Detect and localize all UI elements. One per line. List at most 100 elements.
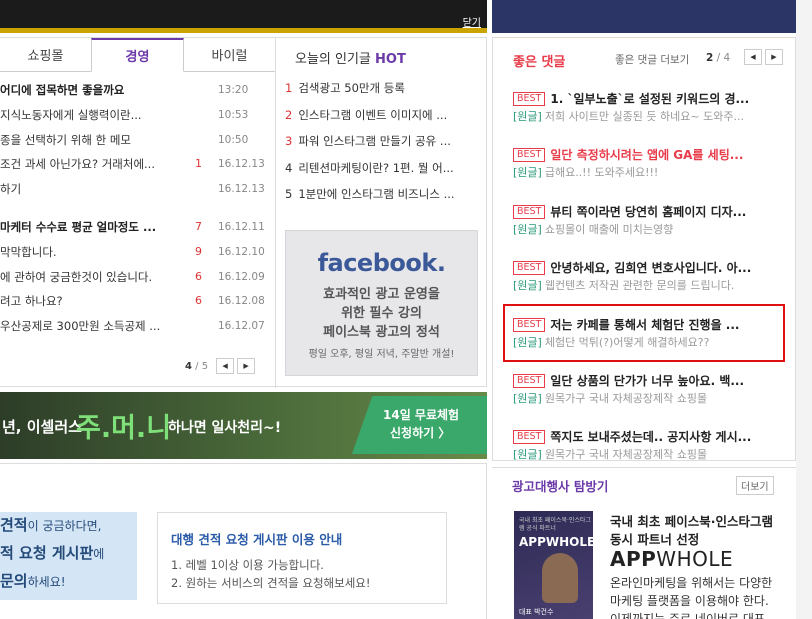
original-post-line: [원글] 원목가구 국내 자체공장제작 쇼핑몰 [513,390,783,410]
facebook-ad-banner[interactable]: facebook. 효과적인 광고 운영을 위한 필수 강의 페이스북 광고의 … [285,230,478,376]
list-item[interactable]: 막막합니다. 9 16.12.10 [0,240,275,265]
post-date: 16.12.08 [218,295,265,308]
post-title[interactable]: 마케터 수수료 평균 얼마정도 ... [0,215,185,240]
close-banner-button[interactable]: 닫기 [463,14,481,29]
original-post-title[interactable]: 저희 사이트만 실종된 듯 하네요~ 도와주... [545,110,744,123]
post-date: 16.12.13 [218,158,265,171]
thumb-text: 국내 최초 페이스북·인스타그램 공식 파트너 [519,517,591,532]
original-post-title[interactable]: 원목가구 국내 자체공장제작 쇼핑몰 [545,392,707,405]
hot-post-title[interactable]: 파워 인스타그램 만들기 공유 ... [298,134,451,148]
list-item[interactable]: BEST 뷰티 쪽이라면 당연히 홈페이지 디자... [원글] 쇼핑몰이 매출에 … [513,201,783,241]
quote-request-banner[interactable]: 견적이 궁금하다면, 적 요청 게시판에 문의하세요! [0,512,137,600]
prev-page-button[interactable]: ◀ [216,358,235,374]
agency-section: 광고대행사 탐방기 더보기 국내 최초 페이스북·인스타그램 공식 파트너 AP… [492,467,796,619]
page-scrollbar[interactable] [796,0,812,619]
original-post-line: [원글] 쇼핑몰이 매출에 미치는영향 [513,221,783,241]
reply-line: BEST 안녕하세요, 김희연 변호사입니다. 아... [513,257,783,277]
post-title[interactable]: 에 관하여 궁금한것이 있습니다. [0,265,185,290]
panel-divider [275,38,276,388]
post-title[interactable]: 종을 선택하기 위해 한 메모 [0,128,185,153]
list-item[interactable]: 5 1분만에 인스타그램 비즈니스 ... [285,186,480,213]
original-tag: [원글] [513,392,542,405]
original-post-line: [원글] 원목가구 국내 자체공장제작 쇼핑몰 [513,446,783,466]
list-item[interactable]: BEST 쪽지도 보내주셨는데.. 공지사항 게시... [원글] 원목가구 국내 … [513,426,783,466]
list-item[interactable]: 우산공제로 300만원 소득공제 ... 16.12.07 [0,314,275,339]
original-post-line: [원글] 급해요..!! 도와주세요!!! [513,164,783,184]
tab-management[interactable]: 경영 [91,38,184,72]
guide-item: 1. 레벨 1이상 이용 가능합니다. [171,558,324,572]
reply-title[interactable]: 1. `일부노출`로 설정된 키워드의 경... [550,90,749,107]
list-item[interactable]: 4 리텐션마케팅이란? 1편. 뭘 어... [285,160,480,187]
top-banner-right[interactable] [492,0,796,33]
best-badge: BEST [513,204,546,219]
list-item[interactable]: 지식노동자에게 실행력이란... 10:53 [0,103,275,128]
list-pager: 4 / 5 ◀ ▶ [185,358,256,374]
original-post-title[interactable]: 웹컨텐츠 저작권 관련한 문의를 드립니다. [545,279,735,292]
list-item[interactable]: BEST 안녕하세요, 김희연 변호사입니다. 아... [원글] 웹컨텐츠 저작권… [513,257,783,297]
appwhole-thumbnail[interactable]: 국내 최초 페이스북·인스타그램 공식 파트너 APPWHOLE 대표 박건수 [514,511,596,619]
more-replies-link[interactable]: 좋은 댓글 더보기 [615,52,689,67]
list-item[interactable]: BEST 일단 측정하시려는 앱에 GA를 세팅... [원글] 급해요..!! 도… [513,144,783,184]
quote-strong: 견적 [0,516,28,534]
list-item[interactable]: 1 검색광고 50만개 등록 [285,80,480,107]
list-item[interactable]: 2 인스타그램 이벤트 이미지에 ... [285,107,480,134]
reply-title[interactable]: 안녕하세요, 김희연 변호사입니다. 아... [550,259,751,276]
post-title[interactable]: 려고 하나요? [0,289,185,314]
reply-title[interactable]: 뷰티 쪽이라면 당연히 홈페이지 디자... [550,203,746,220]
reply-title[interactable]: 일단 측정하시려는 앱에 GA를 세팅... [550,146,743,163]
post-date: 16.12.11 [218,220,265,233]
reply-title[interactable]: 쪽지도 보내주셨는데.. 공지사항 게시... [550,428,751,445]
rank-number: 3 [285,134,293,148]
list-item[interactable]: BEST 일단 상품의 단가가 너무 높아요. 백... [원글] 원목가구 국내 … [513,370,783,410]
tab-shoppingmall[interactable]: 쇼핑몰 [0,38,91,71]
post-list: 어디에 접목하면 좋을까요 13:20 지식노동자에게 실행력이란... 10:53… [0,78,275,339]
original-post-title[interactable]: 쇼핑몰이 매출에 미치는영향 [545,223,673,236]
post-title[interactable]: 지식노동자에게 실행력이란... [0,103,185,128]
banner-brand: 주.머.니 [76,413,172,444]
reply-line: BEST 뷰티 쪽이라면 당연히 홈페이지 디자... [513,201,783,221]
jumoney-banner[interactable]: 년, 이셀러스 주.머.니 하나면 일사천리~! 14일 무료체험 신청하기 〉 [0,392,487,459]
prev-page-button[interactable]: ◀ [744,49,762,65]
reply-title[interactable]: 일단 상품의 단가가 너무 높아요. 백... [550,372,744,389]
appwhole-logo: APPWHOLE [610,547,733,571]
post-title[interactable]: 조건 과세 아닌가요? 거래처에... [0,152,185,177]
banner-text: 년, 이셀러스 [2,418,82,436]
comment-count: 7 [195,219,202,233]
list-item[interactable]: BEST 1. `일부노출`로 설정된 키워드의 경... [원글] 저희 사이트만… [513,88,783,128]
list-item[interactable]: 조건 과세 아닌가요? 거래처에... 1 16.12.13 [0,152,275,177]
post-title[interactable]: 하기 [0,177,185,202]
chevron-left-icon: ◀ [222,362,228,370]
post-title[interactable]: 우산공제로 300만원 소득공제 ... [0,314,185,339]
guide-title[interactable]: 대행 견적 요청 게시판 이용 안내 [171,529,342,548]
hot-post-title[interactable]: 인스타그램 이벤트 이미지에 ... [298,108,447,122]
post-date: 16.12.13 [218,183,265,196]
list-item[interactable]: 종을 선택하기 위해 한 메모 10:50 [0,128,275,153]
list-item[interactable]: 하기 16.12.13 [0,177,275,202]
agency-desc: 온라인마케팅을 위해서는 다양한 [610,576,773,590]
hot-post-title[interactable]: 리텐션마케팅이란? 1편. 뭘 어... [298,161,453,175]
thumb-brand: APPWHOLE [519,535,596,549]
list-item[interactable]: 려고 하나요? 6 16.12.08 [0,289,275,314]
pager-current: 2 [706,52,714,64]
original-post-title[interactable]: 급해요..!! 도와주세요!!! [545,166,659,179]
post-date: 16.12.10 [218,245,265,258]
hot-post-title[interactable]: 1분만에 인스타그램 비즈니스 ... [298,187,454,201]
list-item[interactable]: 3 파워 인스타그램 만들기 공유 ... [285,133,480,160]
list-item[interactable]: 어디에 접목하면 좋을까요 13:20 [0,78,275,103]
list-item[interactable]: 에 관하여 궁금한것이 있습니다. 6 16.12.09 [0,265,275,290]
post-title[interactable]: 막막합니다. [0,240,185,265]
post-title[interactable]: 어디에 접목하면 좋을까요 [0,78,185,103]
person-photo [542,553,578,603]
original-post-title[interactable]: 원목가구 국내 자체공장제작 쇼핑몰 [545,448,707,461]
original-tag: [원글] [513,279,542,292]
original-tag: [원글] [513,110,542,123]
agency-headline[interactable]: 국내 최초 페이스북·인스타그램 [610,511,773,530]
next-page-button[interactable]: ▶ [765,49,783,65]
list-item[interactable]: 마케터 수수료 평균 얼마정도 ... 7 16.12.11 [0,215,275,240]
agency-headline[interactable]: 동시 파트너 선정 [610,529,699,548]
tab-viral[interactable]: 바이럴 [184,38,275,71]
post-date: 10:53 [218,108,249,121]
hot-post-title[interactable]: 검색광고 50만개 등록 [298,81,405,95]
next-page-button[interactable]: ▶ [237,358,256,374]
agency-more-button[interactable]: 더보기 [736,476,774,495]
